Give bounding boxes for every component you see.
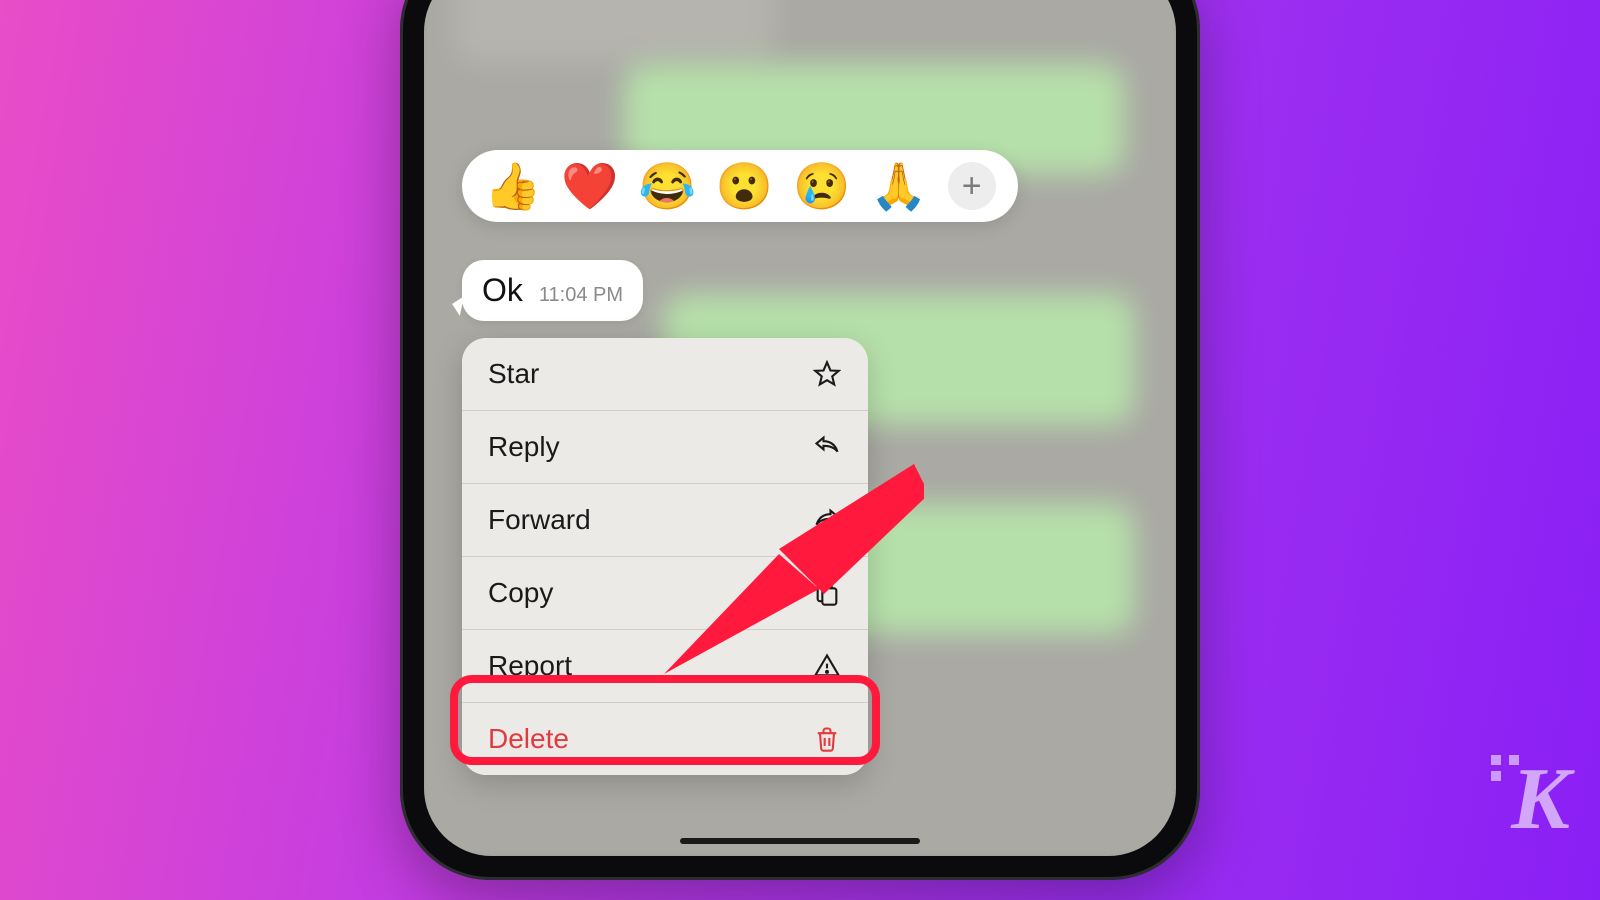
reaction-cry[interactable]: 😢 <box>793 163 850 209</box>
reaction-heart[interactable]: ❤️ <box>561 163 618 209</box>
phone-screen: 👍 ❤️ 😂 😮 😢 🙏 + Ok 11:04 PM Star <box>424 0 1176 856</box>
menu-item-label: Reply <box>488 431 560 463</box>
reaction-thumbs-up[interactable]: 👍 <box>484 163 541 209</box>
reply-icon <box>812 432 842 462</box>
copy-icon <box>812 578 842 608</box>
menu-item-forward[interactable]: Forward <box>462 484 868 557</box>
menu-item-report[interactable]: Report <box>462 630 868 703</box>
message-text: Ok <box>482 272 523 309</box>
phone-frame: 👍 ❤️ 😂 😮 😢 🙏 + Ok 11:04 PM Star <box>400 0 1200 880</box>
reaction-bar: 👍 ❤️ 😂 😮 😢 🙏 + <box>462 150 1018 222</box>
warning-icon <box>812 651 842 681</box>
menu-item-label: Report <box>488 650 572 682</box>
trash-icon <box>812 724 842 754</box>
reaction-pray[interactable]: 🙏 <box>870 163 927 209</box>
reaction-surprised[interactable]: 😮 <box>716 163 773 209</box>
watermark-logo: K <box>1511 749 1566 850</box>
message-bubble[interactable]: Ok 11:04 PM <box>462 260 643 321</box>
menu-item-label: Forward <box>488 504 591 536</box>
menu-item-copy[interactable]: Copy <box>462 557 868 630</box>
menu-item-star[interactable]: Star <box>462 338 868 411</box>
message-bubble-wrap: Ok 11:04 PM <box>462 260 643 321</box>
message-timestamp: 11:04 PM <box>539 284 623 307</box>
star-icon <box>812 359 842 389</box>
menu-item-label: Delete <box>488 723 569 755</box>
menu-item-delete[interactable]: Delete <box>462 703 868 775</box>
reaction-laugh[interactable]: 😂 <box>639 163 696 209</box>
context-menu: Star Reply Forward <box>462 338 868 775</box>
reaction-add-button[interactable]: + <box>948 162 996 210</box>
menu-item-reply[interactable]: Reply <box>462 411 868 484</box>
menu-item-label: Star <box>488 358 539 390</box>
menu-item-label: Copy <box>488 577 553 609</box>
forward-icon <box>812 505 842 535</box>
phone-bezel: 👍 ❤️ 😂 😮 😢 🙏 + Ok 11:04 PM Star <box>422 0 1178 858</box>
home-indicator <box>680 838 920 844</box>
